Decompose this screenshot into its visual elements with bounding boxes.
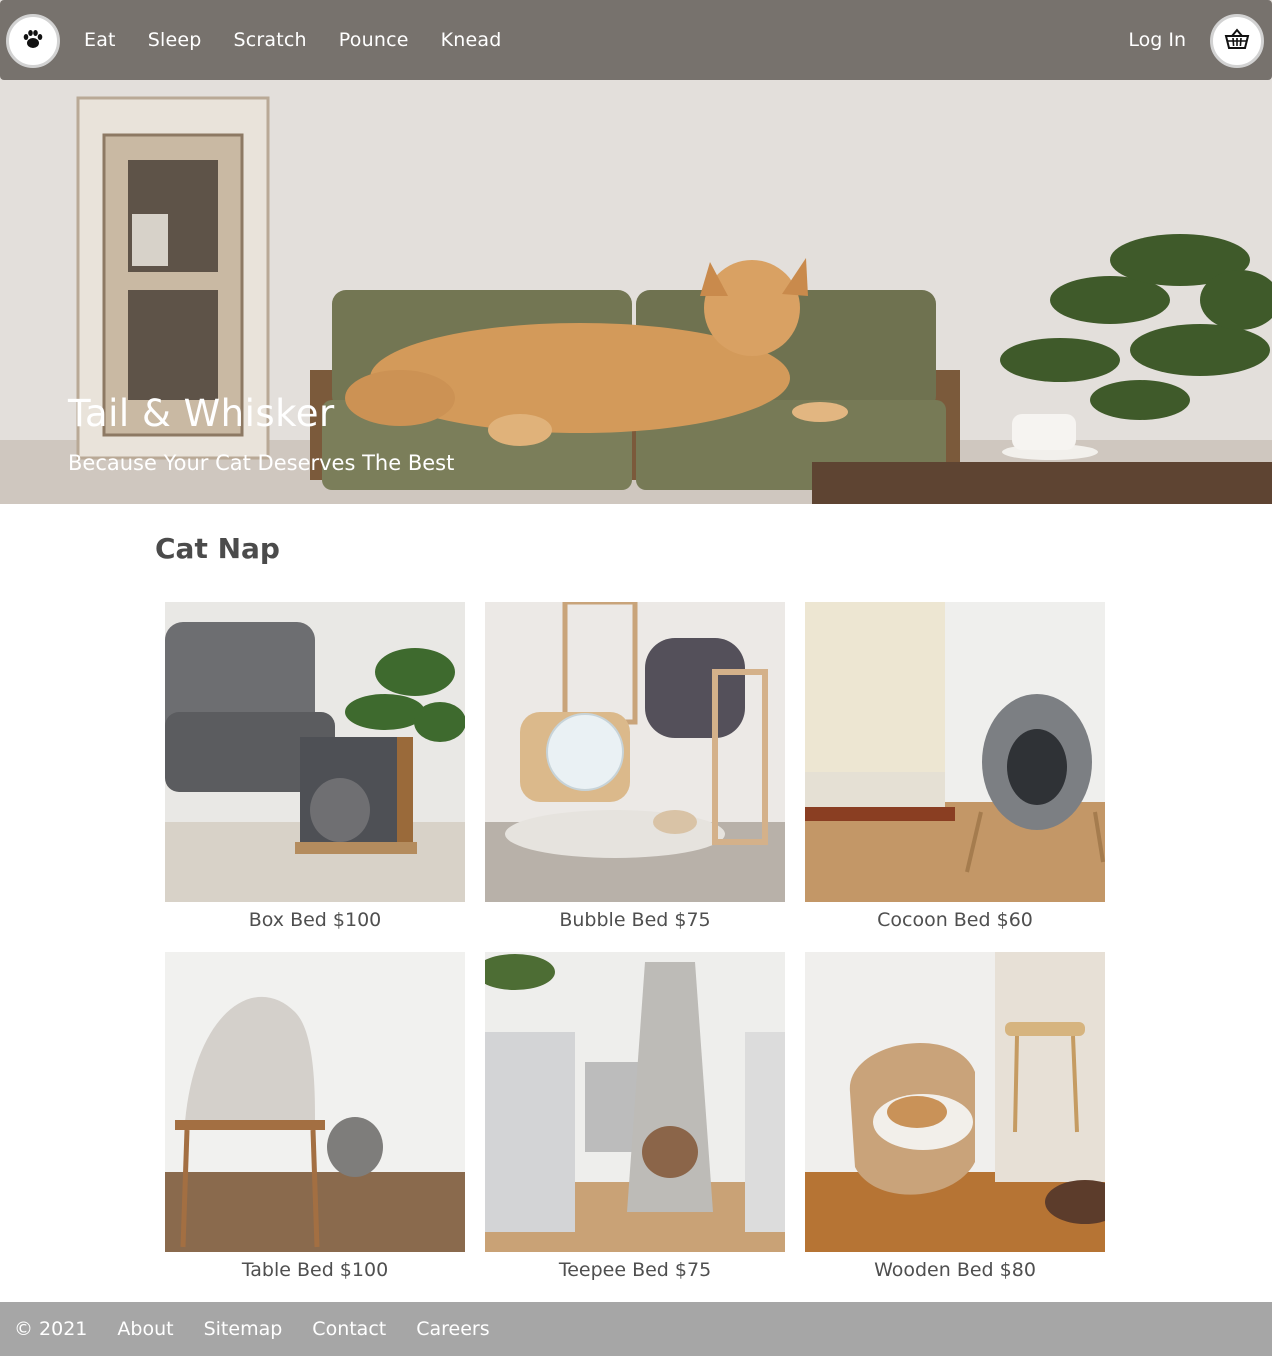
product-card[interactable]: Bubble Bed $75 bbox=[485, 602, 785, 952]
product-card[interactable]: Cocoon Bed $60 bbox=[805, 602, 1105, 952]
logo-button[interactable] bbox=[6, 14, 60, 68]
product-image-bubble-bed[interactable] bbox=[485, 602, 785, 902]
product-image-cocoon-bed[interactable] bbox=[805, 602, 1105, 902]
section-title: Cat Nap bbox=[155, 532, 280, 565]
hero-subtitle: Because Your Cat Deserves The Best bbox=[68, 451, 455, 475]
nav-link-knead[interactable]: Knead bbox=[441, 29, 502, 51]
product-caption: Wooden Bed $80 bbox=[874, 1259, 1036, 1281]
product-caption: Box Bed $100 bbox=[248, 909, 382, 931]
nav-link-sleep[interactable]: Sleep bbox=[148, 29, 202, 51]
product-card[interactable]: Box Bed $100 bbox=[165, 602, 465, 952]
product-caption: Bubble Bed $75 bbox=[559, 909, 711, 931]
product-card[interactable]: Wooden Bed $80 bbox=[805, 952, 1105, 1302]
footer: © 2021 About Sitemap Contact Careers bbox=[0, 1302, 1272, 1356]
main-nav: Eat Sleep Scratch Pounce Knead bbox=[84, 0, 534, 80]
product-image-wooden-bed[interactable] bbox=[805, 952, 1105, 1252]
product-image-teepee-bed[interactable] bbox=[485, 952, 785, 1252]
copyright-text: © 2021 bbox=[14, 1318, 88, 1340]
top-navigation-bar: Eat Sleep Scratch Pounce Knead Log In bbox=[0, 0, 1272, 80]
footer-link-contact[interactable]: Contact bbox=[312, 1318, 386, 1340]
footer-link-sitemap[interactable]: Sitemap bbox=[204, 1318, 283, 1340]
cart-button[interactable] bbox=[1210, 14, 1264, 68]
nav-link-pounce[interactable]: Pounce bbox=[339, 29, 409, 51]
paw-icon bbox=[21, 27, 45, 55]
nav-link-eat[interactable]: Eat bbox=[84, 29, 116, 51]
hero-title: Tail & Whisker bbox=[68, 392, 335, 435]
product-caption: Teepee Bed $75 bbox=[558, 1259, 712, 1281]
product-card[interactable]: Teepee Bed $75 bbox=[485, 952, 785, 1302]
product-caption: Cocoon Bed $60 bbox=[877, 909, 1033, 931]
footer-link-careers[interactable]: Careers bbox=[416, 1318, 489, 1340]
product-card[interactable]: Table Bed $100 bbox=[165, 952, 465, 1302]
basket-icon bbox=[1224, 27, 1250, 55]
product-image-table-bed[interactable] bbox=[165, 952, 465, 1252]
footer-link-about[interactable]: About bbox=[117, 1318, 173, 1340]
product-image-box-bed[interactable] bbox=[165, 602, 465, 902]
product-caption: Table Bed $100 bbox=[241, 1259, 389, 1281]
nav-link-scratch[interactable]: Scratch bbox=[233, 29, 306, 51]
login-link[interactable]: Log In bbox=[1128, 0, 1186, 80]
product-grid: Box Bed $100 Bubble Bed $75 Cocoon Bed $… bbox=[165, 602, 1105, 1302]
